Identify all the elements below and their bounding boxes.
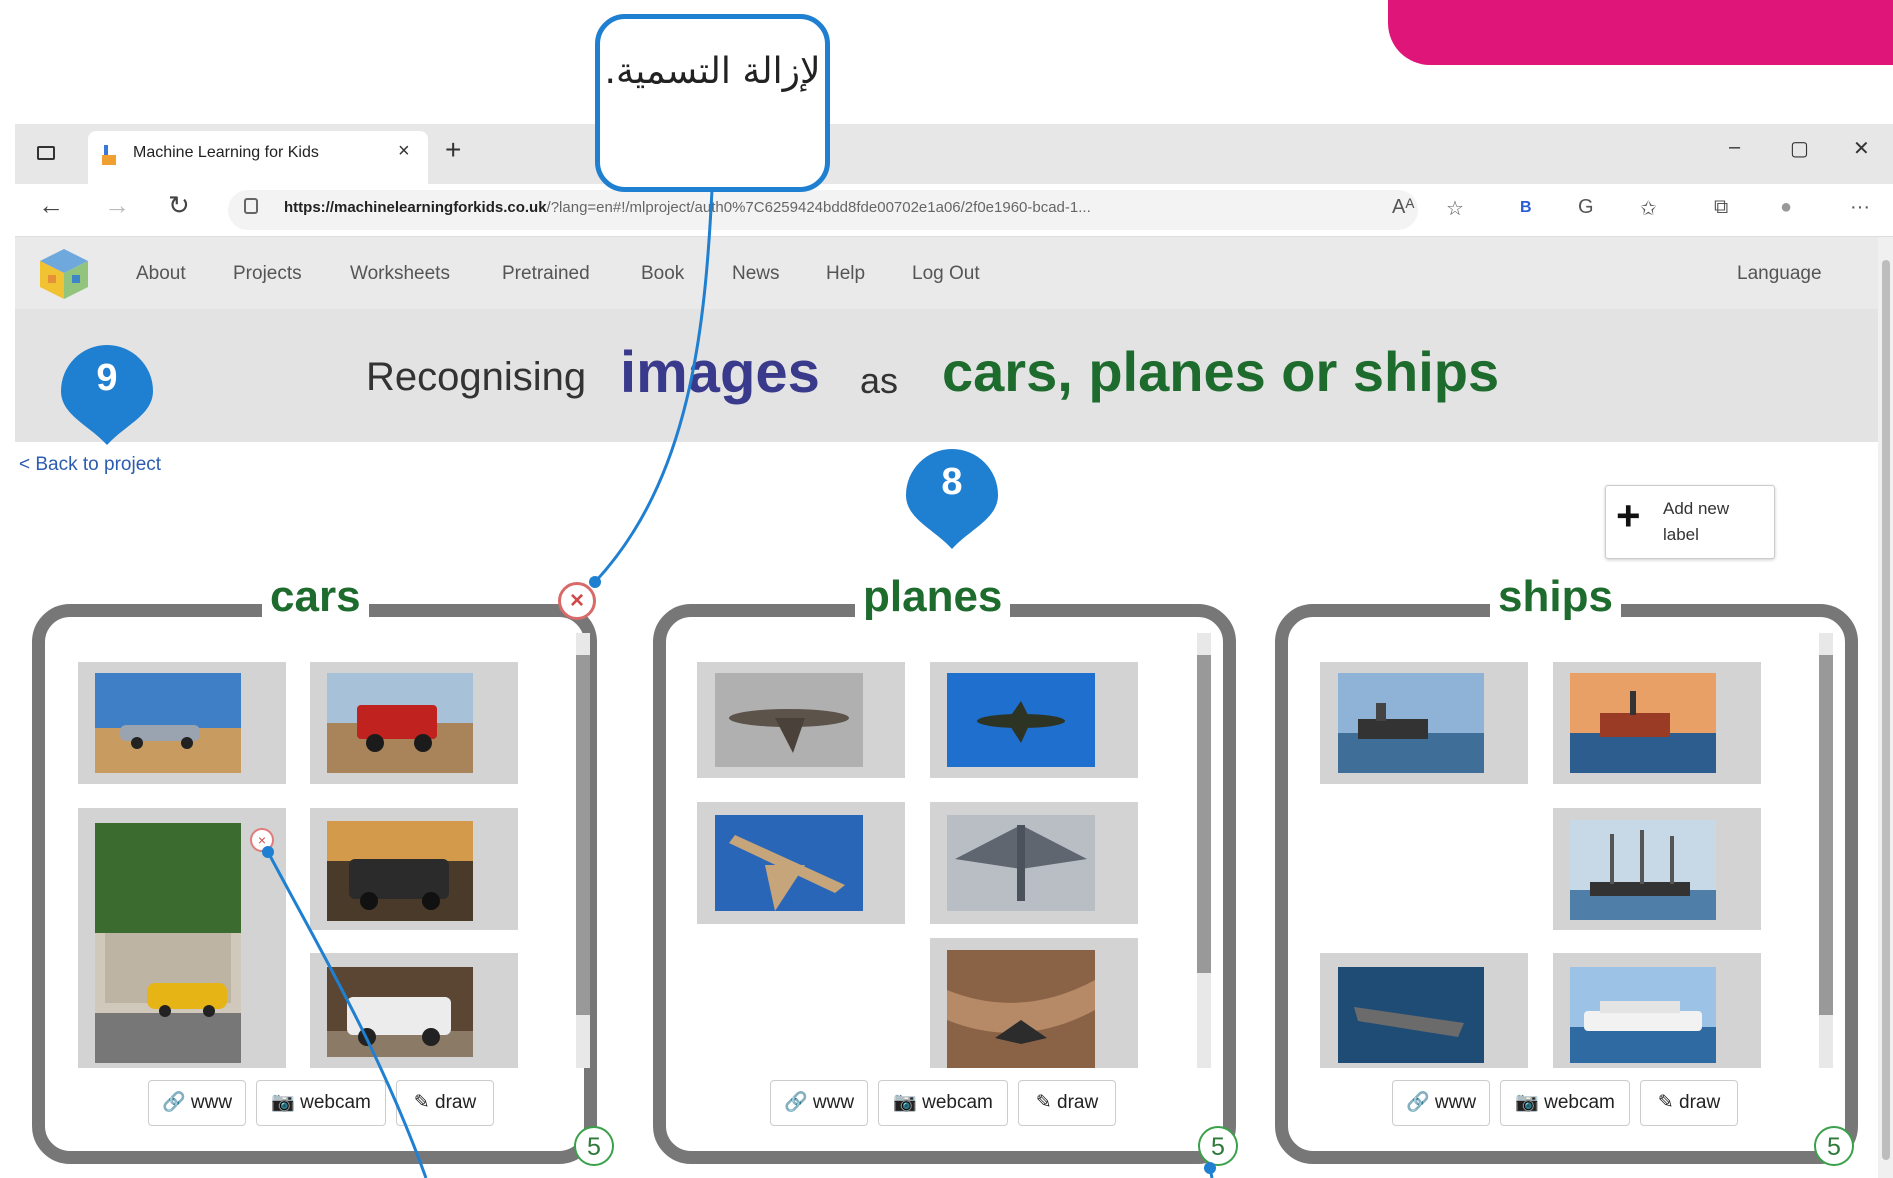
more-menu-icon[interactable]: ··· (1850, 196, 1870, 219)
www-button[interactable]: 🔗 www (1392, 1080, 1490, 1126)
new-tab-button[interactable]: + (445, 134, 461, 166)
read-aloud-icon[interactable]: Aᴬ (1392, 196, 1414, 219)
page-scrollbar-thumb[interactable] (1882, 260, 1890, 1160)
image-count-badge: 5 (574, 1126, 614, 1166)
add-new-label-text: Add new label (1663, 499, 1730, 544)
url-text[interactable]: https://machinelearningforkids.co.uk/?la… (284, 199, 1091, 216)
nav-about[interactable]: About (136, 263, 186, 285)
plane-image-2[interactable] (947, 673, 1095, 767)
car-image-1[interactable] (95, 673, 241, 773)
profile-avatar-icon[interactable]: ● (1780, 196, 1792, 219)
favicon-icon (102, 145, 116, 165)
car-image-5[interactable] (327, 967, 473, 1057)
plus-icon: + (1616, 492, 1641, 539)
favorite-add-icon[interactable]: ☆ (1446, 196, 1464, 221)
tab-actions-icon[interactable] (37, 146, 55, 160)
nav-logout[interactable]: Log Out (912, 263, 980, 285)
tab-close-button[interactable]: × (398, 140, 410, 163)
tab-title: Machine Learning for Kids (133, 144, 319, 161)
reload-icon[interactable]: ↻ (168, 190, 190, 221)
nav-pretrained[interactable]: Pretrained (502, 263, 590, 285)
panel-scrollbar-thumb[interactable] (1819, 655, 1833, 1015)
car-image-4[interactable] (327, 821, 473, 921)
minimize-button[interactable]: – (1729, 136, 1740, 159)
step-marker-9-number: 9 (96, 357, 118, 399)
label-title-planes: planes (855, 572, 1011, 622)
draw-button[interactable]: ✎ draw (1018, 1080, 1116, 1126)
collections-icon[interactable]: ⧉ (1714, 196, 1728, 219)
language-selector[interactable]: Language (1737, 263, 1822, 285)
title-as: as (860, 360, 899, 401)
delete-image-icon[interactable]: × (250, 828, 274, 852)
ship-image-5[interactable] (1570, 967, 1716, 1063)
plane-image-4[interactable] (947, 815, 1095, 911)
www-button[interactable]: 🔗 www (770, 1080, 868, 1126)
delete-label-icon[interactable]: × (558, 582, 596, 620)
favorites-icon[interactable]: ✩ (1640, 196, 1657, 221)
forward-arrow-icon[interactable]: → (104, 190, 130, 221)
image-count-badge: 5 (1814, 1126, 1854, 1166)
title-recognising: Recognising (366, 355, 587, 399)
label-title-ships: ships (1490, 572, 1621, 622)
draw-button[interactable]: ✎ draw (1640, 1080, 1738, 1126)
ship-image-3[interactable] (1570, 820, 1716, 920)
extension-g-icon[interactable]: G (1578, 196, 1594, 219)
close-window-button[interactable]: ✕ (1853, 136, 1870, 161)
maximize-button[interactable]: ▢ (1790, 136, 1809, 161)
nav-help[interactable]: Help (826, 263, 865, 285)
ship-image-2[interactable] (1570, 673, 1716, 773)
plane-image-3[interactable] (715, 815, 863, 911)
panel-scrollbar-thumb[interactable] (576, 655, 590, 1015)
car-image-3[interactable] (95, 823, 241, 1063)
ship-image-4[interactable] (1338, 967, 1484, 1063)
plane-image-1[interactable] (715, 673, 863, 767)
panel-scrollbar-thumb[interactable] (1197, 655, 1211, 973)
back-to-project-link[interactable]: < Back to project (19, 454, 161, 476)
nav-book[interactable]: Book (641, 263, 684, 285)
annotation-callout-text: لإزالة التسمية. (604, 51, 821, 92)
back-arrow-icon[interactable]: ← (38, 190, 64, 221)
webcam-button[interactable]: 📷 webcam (878, 1080, 1008, 1126)
label-title-cars: cars (262, 572, 369, 622)
lock-icon[interactable] (244, 198, 258, 214)
decorative-banner (1388, 0, 1893, 65)
annotation-callout (595, 14, 830, 192)
title-labels: cars, planes or ships (942, 340, 1500, 403)
site-logo-icon[interactable] (36, 245, 92, 301)
nav-news[interactable]: News (732, 263, 780, 285)
ship-image-1[interactable] (1338, 673, 1484, 773)
webcam-button[interactable]: 📷 webcam (256, 1080, 386, 1126)
plane-image-5[interactable] (947, 950, 1095, 1068)
nav-projects[interactable]: Projects (233, 263, 302, 285)
car-image-2[interactable] (327, 673, 473, 773)
www-button[interactable]: 🔗 www (148, 1080, 246, 1126)
extension-b-icon[interactable]: B (1520, 199, 1532, 217)
image-count-badge: 5 (1198, 1126, 1238, 1166)
nav-worksheets[interactable]: Worksheets (350, 263, 450, 285)
step-marker-8-number: 8 (941, 461, 963, 503)
draw-button[interactable]: ✎ draw (396, 1080, 494, 1126)
title-type: images (620, 340, 820, 405)
webcam-button[interactable]: 📷 webcam (1500, 1080, 1630, 1126)
